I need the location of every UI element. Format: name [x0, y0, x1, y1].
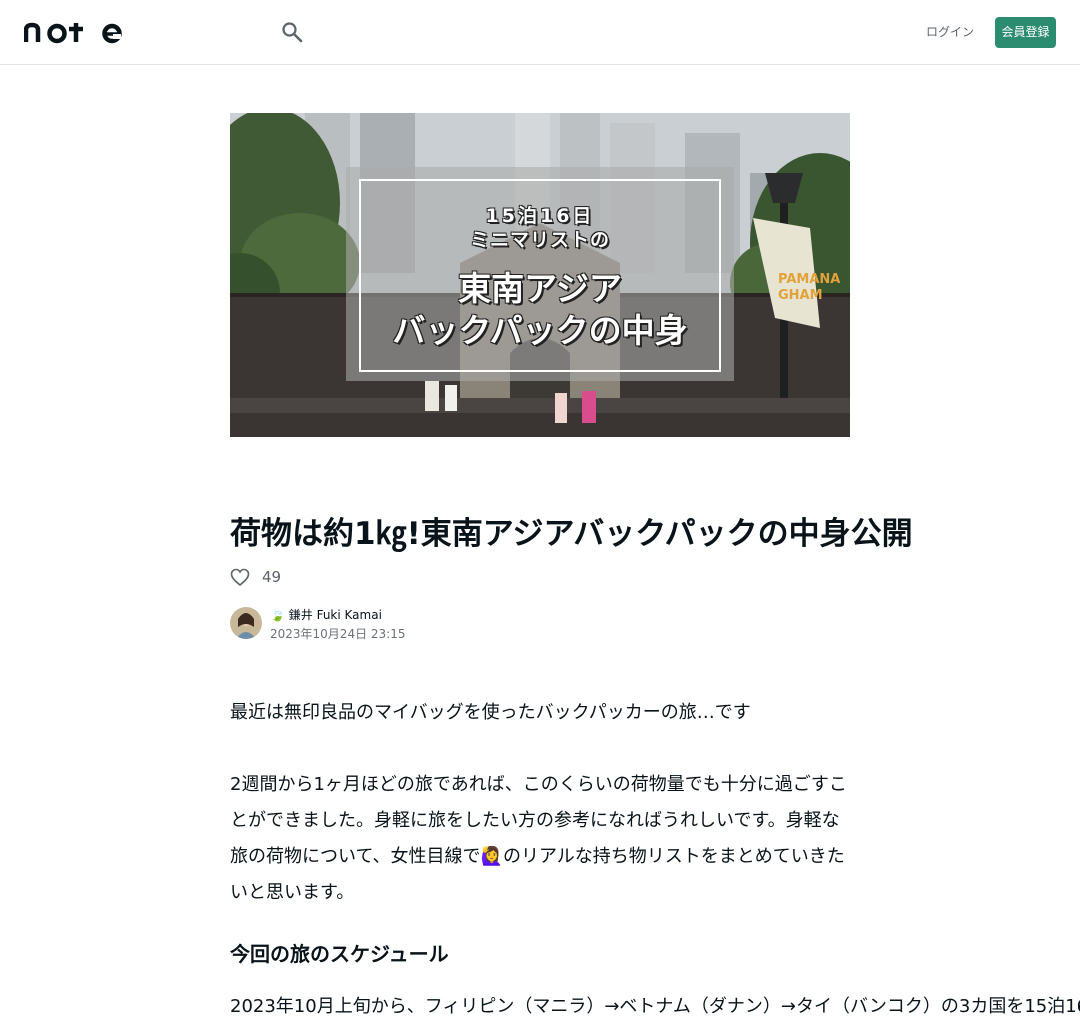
body-paragraph: 2週間から1ヶ月ほどの旅であれば、このくらいの荷物量でも十分に過ごすことができま…: [230, 774, 847, 903]
publish-date: 2023年10月24日 23:15: [270, 627, 406, 641]
signup-button[interactable]: 会員登録: [995, 17, 1056, 48]
article-title: 荷物は約1㎏!東南アジアバックパックの中身公開: [230, 516, 913, 552]
search-icon[interactable]: [281, 21, 303, 43]
caption-line-3: 東南アジア: [458, 269, 622, 308]
note-logo[interactable]: note: [24, 20, 122, 44]
avatar[interactable]: [230, 607, 262, 639]
body-paragraph: 最近は無印良品のマイバッグを使ったバックパッカーの旅…です: [230, 702, 751, 723]
heart-icon[interactable]: [230, 568, 250, 587]
caption-line-4: バックパックの中身: [392, 311, 688, 350]
svg-text:note: note: [24, 20, 27, 21]
eyecatch-caption-box: 15泊16日 ミニマリストの 東南アジア バックパックの中身: [346, 167, 734, 381]
svg-text:GHAM: GHAM: [778, 288, 823, 303]
author-name[interactable]: 🍃 鎌井 Fuki Kamai: [270, 607, 382, 624]
caption-line-1: 15泊16日: [485, 205, 595, 227]
article-eyecatch-image: PAMANA GHAM 15泊16日 ミニマリストの 東南アジア バックパックの…: [230, 113, 850, 437]
caption-line-2: ミニマリストの: [469, 229, 610, 251]
svg-text:PAMANA: PAMANA: [778, 272, 840, 287]
section-heading: 今回の旅のスケジュール: [230, 942, 449, 966]
body-paragraph: 2023年10月上旬から、フィリピン（マニラ）→ベトナム（ダナン）→タイ（バンコ…: [230, 996, 1080, 1017]
site-header: note ログイン 会員登録: [0, 0, 1080, 65]
like-count: 49: [262, 568, 282, 586]
login-link[interactable]: ログイン: [926, 22, 974, 42]
